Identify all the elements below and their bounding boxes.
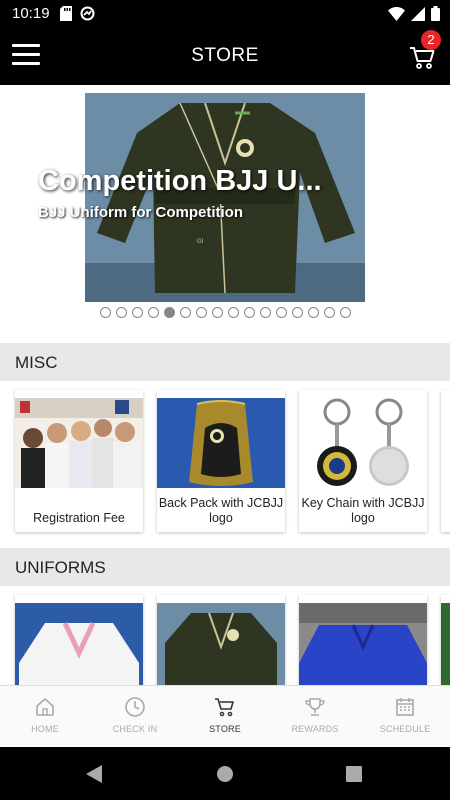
page-title: STORE bbox=[191, 45, 259, 66]
battery-icon bbox=[431, 6, 440, 21]
product-card-registration-fee[interactable]: Registration Fee bbox=[15, 390, 143, 532]
section-header-uniforms: UNIFORMS bbox=[0, 548, 450, 586]
product-card-partial[interactable] bbox=[441, 595, 450, 685]
status-bar: 10:19 bbox=[0, 0, 450, 28]
product-label: Key Chain with JCBJJ logo bbox=[301, 496, 425, 525]
nav-label: CHECK IN bbox=[112, 724, 158, 734]
product-card-blue-gi[interactable] bbox=[299, 595, 427, 685]
cart-count-badge: 2 bbox=[421, 30, 441, 50]
product-label: Back Pack with JCBJJ logo bbox=[158, 496, 284, 525]
carousel-dot[interactable] bbox=[243, 307, 255, 318]
product-image bbox=[299, 398, 427, 488]
home-circle-icon[interactable] bbox=[216, 765, 234, 783]
carousel-dot[interactable] bbox=[163, 307, 175, 318]
sd-card-icon bbox=[60, 6, 72, 21]
carousel-dot[interactable] bbox=[211, 307, 223, 318]
bottom-navigation: HOME CHECK IN STORE REWARDS SCHEDULE bbox=[0, 685, 450, 747]
product-card-partial[interactable] bbox=[441, 390, 450, 532]
product-image bbox=[15, 603, 143, 685]
carousel-dot[interactable] bbox=[147, 307, 159, 318]
carousel-dot[interactable] bbox=[195, 307, 207, 318]
slide-title: Competition BJJ U... bbox=[38, 165, 322, 197]
home-icon bbox=[36, 698, 54, 716]
misc-products-row[interactable]: Registration Fee Back Pack with JCBJJ lo… bbox=[0, 381, 450, 551]
nav-check-in[interactable]: CHECK IN bbox=[90, 686, 180, 747]
section-title: UNIFORMS bbox=[15, 558, 106, 577]
carousel-dot[interactable] bbox=[275, 307, 287, 318]
section-header-misc: MISC bbox=[0, 343, 450, 381]
carousel-dot[interactable] bbox=[259, 307, 271, 318]
wifi-icon bbox=[388, 6, 405, 21]
product-image bbox=[157, 603, 285, 685]
carousel-dot[interactable] bbox=[131, 307, 143, 318]
nav-store[interactable]: STORE bbox=[180, 686, 270, 747]
data-saver-icon bbox=[80, 6, 95, 21]
product-label: Registration Fee bbox=[33, 511, 125, 525]
carousel-dot[interactable] bbox=[227, 307, 239, 318]
product-image bbox=[157, 398, 285, 488]
carousel-pagination[interactable] bbox=[0, 307, 450, 318]
product-image bbox=[299, 603, 427, 685]
svg-text:GI: GI bbox=[197, 239, 204, 245]
nav-label: SCHEDULE bbox=[379, 724, 431, 734]
carousel-dot[interactable] bbox=[99, 307, 111, 318]
carousel-dot[interactable] bbox=[323, 307, 335, 318]
carousel-dot[interactable] bbox=[179, 307, 191, 318]
carousel-dot[interactable] bbox=[307, 307, 319, 318]
back-icon[interactable] bbox=[86, 765, 102, 783]
product-card-white-gi[interactable] bbox=[15, 595, 143, 685]
recents-icon[interactable] bbox=[346, 766, 362, 782]
signal-icon bbox=[411, 6, 425, 21]
cart-icon bbox=[215, 698, 234, 717]
nav-label: REWARDS bbox=[291, 724, 339, 734]
featured-carousel[interactable]: GI Competition BJJ U... BJJ Uniform for … bbox=[0, 85, 450, 343]
clock-icon bbox=[125, 697, 145, 717]
nav-label: STORE bbox=[209, 724, 241, 734]
system-navigation-bar bbox=[0, 747, 450, 800]
nav-home[interactable]: HOME bbox=[0, 686, 90, 747]
section-title: MISC bbox=[15, 353, 58, 372]
carousel-dot[interactable] bbox=[339, 307, 351, 318]
product-card-green-gi[interactable] bbox=[157, 595, 285, 685]
nav-label: HOME bbox=[31, 724, 59, 734]
product-card-back-pack[interactable]: Back Pack with JCBJJ logo bbox=[157, 390, 285, 532]
calendar-icon bbox=[396, 698, 414, 716]
store-content: GI Competition BJJ U... BJJ Uniform for … bbox=[0, 85, 450, 685]
slide-subtitle: BJJ Uniform for Competition bbox=[38, 204, 243, 221]
nav-rewards[interactable]: REWARDS bbox=[270, 686, 360, 747]
status-time: 10:19 bbox=[12, 5, 50, 22]
uniforms-products-row[interactable] bbox=[0, 586, 450, 685]
product-image bbox=[15, 398, 143, 488]
carousel-dot[interactable] bbox=[291, 307, 303, 318]
product-card-key-chain[interactable]: Key Chain with JCBJJ logo bbox=[299, 390, 427, 532]
carousel-dot[interactable] bbox=[115, 307, 127, 318]
trophy-icon bbox=[305, 698, 325, 716]
nav-schedule[interactable]: SCHEDULE bbox=[360, 686, 450, 747]
app-bar: STORE 2 bbox=[0, 28, 450, 85]
